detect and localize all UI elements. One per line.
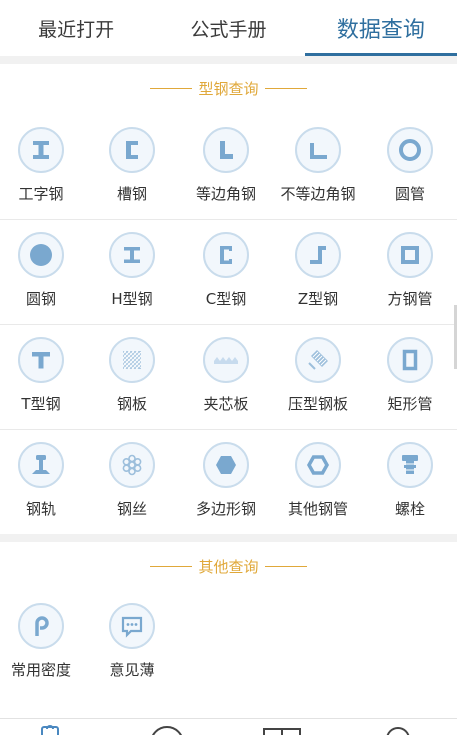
item-h-beam[interactable]: H型钢 [86, 219, 178, 324]
item-c-section[interactable]: C型钢 [180, 219, 272, 324]
nav-home[interactable] [32, 723, 72, 735]
square-pipe-icon [387, 232, 433, 278]
item-rectangular-pipe[interactable]: 矩形管 [364, 324, 456, 429]
h-beam-icon [109, 232, 155, 278]
item-common-density[interactable]: 常用密度 [0, 590, 87, 695]
tab-recent[interactable]: 最近打开 [0, 0, 152, 56]
item-label: 矩形管 [387, 395, 433, 413]
sandwich-panel-icon [203, 337, 249, 383]
home-icon [41, 725, 59, 735]
user-icon [386, 727, 410, 735]
nav-compass[interactable] [146, 723, 186, 735]
item-label: 意见薄 [109, 661, 155, 679]
item-i-beam[interactable]: 工字钢 [0, 114, 87, 219]
item-label: 压型钢板 [287, 395, 348, 413]
rectangular-pipe-icon [387, 337, 433, 383]
item-label: 槽钢 [116, 185, 147, 203]
item-label: 圆钢 [25, 290, 56, 308]
top-tab-bar: 最近打开 公式手册 数据查询 [0, 0, 457, 56]
item-label: Z型钢 [297, 290, 339, 308]
steel-row-4: 钢轨 钢丝 多边形钢 其他钢管 螺栓 [0, 429, 457, 534]
tab-formula-label: 公式手册 [190, 18, 267, 41]
item-label: 等边角钢 [195, 185, 256, 203]
item-label: 钢板 [116, 395, 147, 413]
nav-user[interactable] [378, 723, 418, 735]
item-label: 圆管 [394, 185, 425, 203]
tab-recent-label: 最近打开 [38, 18, 115, 41]
section-divider [0, 534, 457, 542]
item-label: 夹芯板 [203, 395, 249, 413]
tab-data-query[interactable]: 数据查询 [304, 0, 457, 56]
tab-data-query-label: 数据查询 [336, 18, 425, 43]
feedback-icon [109, 603, 155, 649]
item-other-pipe[interactable]: 其他钢管 [272, 429, 364, 534]
t-section-icon [18, 337, 64, 383]
c-section-icon [203, 232, 249, 278]
section-title-other: 其他查询 [198, 557, 259, 576]
rail-icon [18, 442, 64, 488]
bottom-nav-bar [0, 718, 457, 735]
item-label: 钢轨 [25, 500, 56, 518]
item-feedback[interactable]: 意见薄 [86, 590, 178, 695]
item-label: T型钢 [21, 395, 61, 413]
profiled-sheet-icon [295, 337, 341, 383]
item-t-section[interactable]: T型钢 [0, 324, 87, 429]
item-equal-angle[interactable]: 等边角钢 [180, 114, 272, 219]
polygon-steel-icon [203, 442, 249, 488]
item-label: 多边形钢 [195, 500, 256, 518]
section-line-left [150, 565, 193, 567]
item-label: 方钢管 [387, 290, 433, 308]
item-sandwich-panel[interactable]: 夹芯板 [180, 324, 272, 429]
section-line-left [150, 87, 193, 89]
i-beam-icon [18, 127, 64, 173]
equal-angle-icon [203, 127, 249, 173]
item-label: 常用密度 [10, 661, 71, 679]
grid-icon [263, 728, 301, 735]
nav-grid[interactable] [262, 723, 302, 735]
item-unequal-angle[interactable]: 不等边角钢 [272, 114, 364, 219]
section-line-right [264, 87, 307, 89]
steel-row-3: T型钢 钢板 夹芯板 压型钢板 矩形管 [0, 324, 457, 429]
round-pipe-icon [387, 127, 433, 173]
bolt-icon [387, 442, 433, 488]
item-label: 螺栓 [394, 500, 425, 518]
item-z-section[interactable]: Z型钢 [272, 219, 364, 324]
compass-icon [152, 726, 182, 735]
item-label: 其他钢管 [287, 500, 348, 518]
section-line-right [264, 565, 307, 567]
section-header-other: 其他查询 [0, 554, 457, 578]
unequal-angle-icon [295, 127, 341, 173]
other-pipe-icon [295, 442, 341, 488]
item-label: 钢丝 [116, 500, 147, 518]
steel-row-2: 圆钢 H型钢 C型钢 Z型钢 方钢管 [0, 219, 457, 324]
item-label: 工字钢 [18, 185, 64, 203]
round-bar-icon [18, 232, 64, 278]
steel-wire-icon [109, 442, 155, 488]
item-rail[interactable]: 钢轨 [0, 429, 87, 534]
density-icon [18, 603, 64, 649]
other-row-1: 常用密度 意见薄 [0, 590, 457, 695]
steel-row-1: 工字钢 槽钢 等边角钢 不等边角钢 圆管 [0, 114, 457, 219]
item-round-pipe[interactable]: 圆管 [364, 114, 456, 219]
item-label: H型钢 [111, 290, 153, 308]
tab-divider [0, 56, 457, 64]
item-steel-wire[interactable]: 钢丝 [86, 429, 178, 534]
z-section-icon [295, 232, 341, 278]
steel-plate-icon [109, 337, 155, 383]
item-label: C型钢 [205, 290, 247, 308]
item-square-pipe[interactable]: 方钢管 [364, 219, 456, 324]
channel-steel-icon [109, 127, 155, 173]
section-header-steel: 型钢查询 [0, 76, 457, 100]
app-root: 最近打开 公式手册 数据查询 型钢查询 工字钢 槽钢 等边角钢 不等边角钢 圆管… [0, 0, 457, 735]
tab-formula[interactable]: 公式手册 [152, 0, 304, 56]
item-bolt[interactable]: 螺栓 [364, 429, 456, 534]
item-steel-plate[interactable]: 钢板 [86, 324, 178, 429]
item-label: 不等边角钢 [280, 185, 356, 203]
section-title-steel: 型钢查询 [198, 79, 259, 98]
item-round-bar[interactable]: 圆钢 [0, 219, 87, 324]
item-polygon-steel[interactable]: 多边形钢 [180, 429, 272, 534]
item-channel-steel[interactable]: 槽钢 [86, 114, 178, 219]
item-profiled-sheet[interactable]: 压型钢板 [272, 324, 364, 429]
